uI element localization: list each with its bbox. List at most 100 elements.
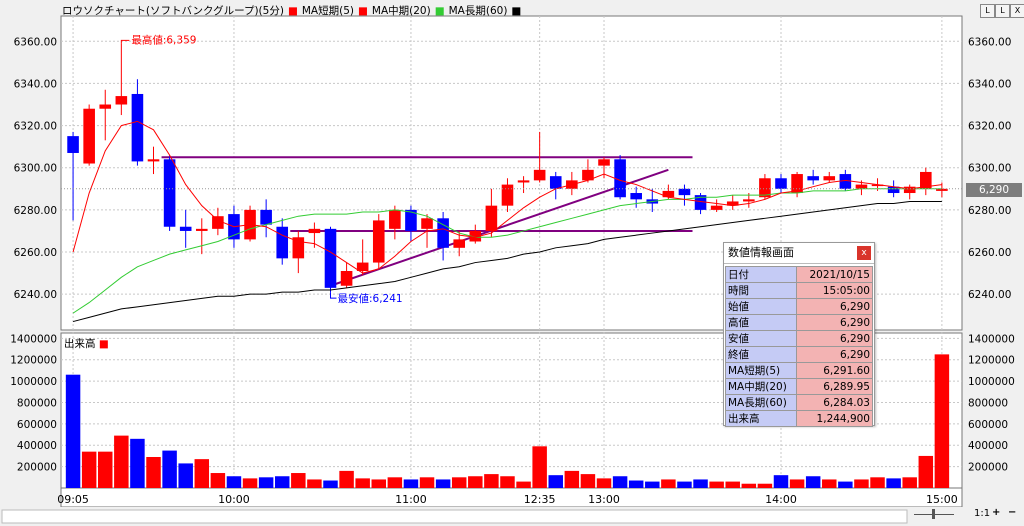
x-tick-label: 12:35 bbox=[524, 493, 556, 506]
info-value: 6,290 bbox=[796, 330, 873, 347]
volume-tick-label-left: 200000 bbox=[17, 462, 57, 474]
info-key: MA長期(60) bbox=[725, 394, 797, 411]
candle-body bbox=[115, 96, 128, 105]
volume-tick-label-left: 600000 bbox=[17, 419, 57, 431]
volume-bar bbox=[130, 438, 145, 488]
volume-tick-label-left: 1200000 bbox=[10, 355, 57, 367]
legend-ma-short-swatch: ■ bbox=[287, 5, 298, 17]
volume-bar bbox=[419, 477, 435, 488]
volume-legend-swatch: ■ bbox=[98, 338, 109, 350]
chart-window: 6240.00 6240.00 6260.00 6260.00 6280.00 6280.… bbox=[0, 0, 1024, 526]
legend-ma-long-swatch: ■ bbox=[434, 5, 445, 17]
info-key: 時間 bbox=[725, 282, 797, 299]
info-key: 安値 bbox=[725, 330, 797, 347]
candle-body bbox=[147, 159, 160, 162]
candle-body bbox=[549, 176, 562, 189]
volume-bar bbox=[564, 470, 580, 488]
legend-ma-short: MA短期(5) bbox=[301, 5, 354, 17]
info-value: 6,290 bbox=[796, 314, 873, 331]
volume-bar bbox=[194, 459, 210, 488]
volume-bar bbox=[98, 451, 113, 488]
volume-bar bbox=[612, 476, 628, 488]
volume-bar bbox=[468, 476, 483, 488]
volume-tick-label-right: 1200000 bbox=[968, 355, 1015, 367]
x-tick-label: 09:05 bbox=[57, 493, 89, 506]
candle-body bbox=[678, 188, 691, 196]
info-key: 高値 bbox=[725, 314, 797, 331]
volume-bar bbox=[805, 476, 821, 488]
info-row-ma-mid: MA中期(20) 6,289.95 bbox=[725, 378, 873, 395]
volume-tick-label-right: 1000000 bbox=[968, 376, 1015, 388]
chart-title: ロウソクチャート(ソフトバンクグループ)(5分) bbox=[62, 5, 284, 17]
candle-body bbox=[83, 108, 95, 164]
info-value: 6,290 bbox=[796, 346, 873, 363]
layout-button-1[interactable]: L bbox=[980, 4, 995, 18]
volume-bar bbox=[258, 477, 274, 488]
volume-bar bbox=[114, 435, 129, 488]
zoom-in-button[interactable]: + bbox=[992, 507, 1000, 518]
y-tick-label-right: 6260.00 bbox=[968, 247, 1011, 259]
info-value: 15:05:00 bbox=[796, 282, 873, 299]
x-tick-label: 11:00 bbox=[395, 493, 427, 506]
y-tick-label-left: 6240.00 bbox=[14, 289, 57, 301]
volume-bar bbox=[65, 374, 81, 488]
candle-body bbox=[308, 228, 321, 234]
info-panel-title-bar[interactable]: 数値情報画面 x bbox=[724, 243, 874, 264]
last-price-tag: 6,290 bbox=[966, 183, 1022, 197]
volume-bar bbox=[339, 470, 354, 488]
candle-body bbox=[662, 190, 675, 198]
volume-bar bbox=[210, 473, 226, 488]
candle-body bbox=[743, 199, 755, 202]
volume-bar bbox=[677, 481, 692, 488]
volume-bar bbox=[291, 473, 306, 488]
candle-body bbox=[453, 239, 466, 248]
volume-tick-label-right: 400000 bbox=[968, 440, 1008, 452]
volume-bar bbox=[274, 476, 290, 488]
candle-body bbox=[839, 174, 852, 189]
volume-tick-label-right: 600000 bbox=[968, 419, 1008, 431]
volume-bar bbox=[323, 480, 338, 488]
info-row-open: 始値 6,290 bbox=[725, 298, 873, 315]
volume-bar bbox=[854, 479, 869, 488]
volume-bar bbox=[902, 477, 917, 488]
volume-bar bbox=[870, 477, 885, 488]
volume-bar bbox=[355, 478, 370, 488]
volume-bar bbox=[838, 481, 853, 488]
y-tick-label-left: 6280.00 bbox=[14, 205, 57, 217]
close-chart-button[interactable]: X bbox=[1010, 4, 1024, 18]
candle-body bbox=[501, 184, 514, 206]
volume-bar bbox=[500, 476, 515, 488]
y-tick-label-right: 6280.00 bbox=[968, 205, 1011, 217]
volume-bar bbox=[146, 457, 161, 488]
volume-legend: 出来高 ■ bbox=[64, 336, 109, 351]
info-row-close: 終値 6,290 bbox=[725, 346, 873, 363]
layout-button-2[interactable]: L bbox=[995, 4, 1010, 18]
candle-body bbox=[630, 193, 642, 200]
legend-end-swatch: ■ bbox=[511, 5, 522, 17]
volume-legend-label: 出来高 bbox=[64, 338, 96, 350]
x-tick-label: 10:00 bbox=[218, 493, 250, 506]
volume-bar bbox=[661, 479, 676, 488]
zoom-out-button[interactable]: − bbox=[1008, 507, 1016, 518]
candle-body bbox=[389, 209, 401, 229]
y-tick-label-right: 6240.00 bbox=[968, 289, 1011, 301]
zoom-controls: 1:1 + − bbox=[912, 507, 1024, 524]
y-tick-label-right: 6360.00 bbox=[968, 36, 1011, 48]
x-tick-label: 14:00 bbox=[765, 493, 797, 506]
info-key: MA中期(20) bbox=[725, 378, 797, 395]
candle-body bbox=[903, 186, 916, 194]
volume-tick-label-left: 1000000 bbox=[10, 376, 57, 388]
candle-body bbox=[533, 169, 546, 181]
volume-bar bbox=[757, 483, 773, 488]
info-panel-close-button[interactable]: x bbox=[857, 246, 871, 260]
volume-bar bbox=[918, 455, 934, 488]
info-panel[interactable]: 数値情報画面 x 日付 2021/10/15 時間 15:05:00 始値 6,290… bbox=[723, 242, 875, 427]
min-label: 最安値:6,241 bbox=[337, 292, 402, 305]
volume-bar bbox=[81, 451, 97, 488]
volume-bar bbox=[435, 479, 451, 488]
candle-body bbox=[855, 184, 868, 189]
volume-bar bbox=[709, 481, 724, 488]
candle-body bbox=[163, 159, 176, 227]
volume-bar bbox=[403, 479, 419, 488]
zoom-slider-thumb[interactable] bbox=[932, 509, 935, 519]
